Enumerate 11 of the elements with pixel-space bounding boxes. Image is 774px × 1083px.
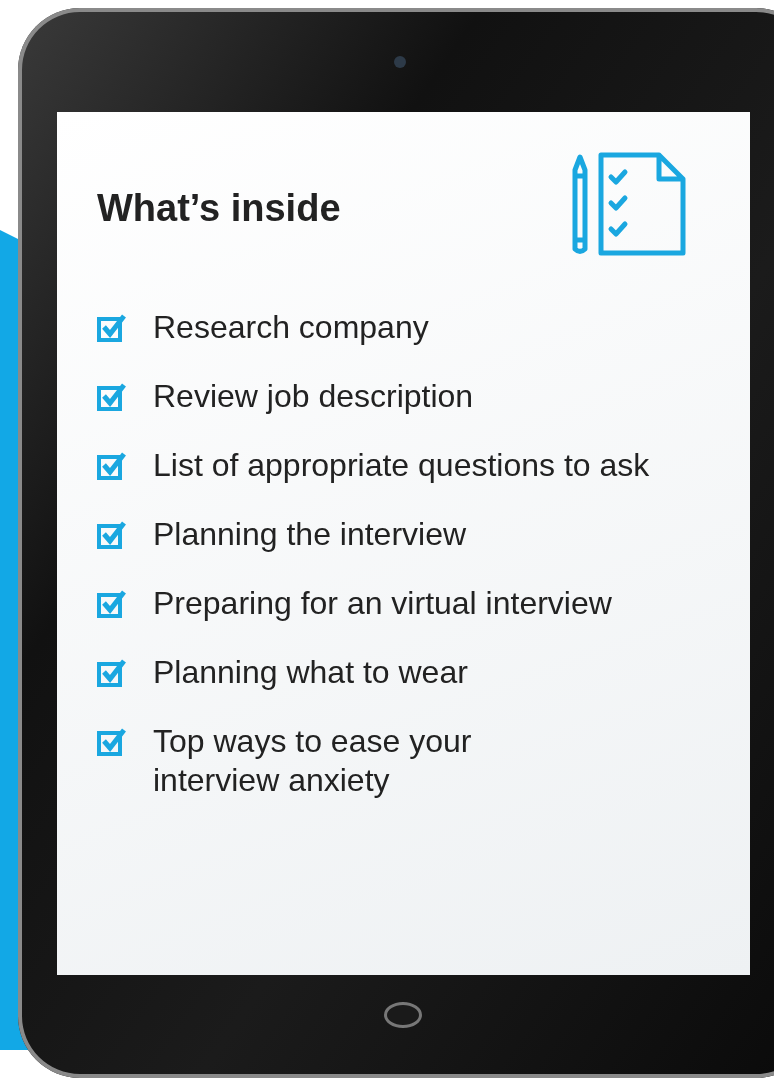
list-item-text: Planning the interview bbox=[153, 515, 467, 554]
list-item-text: Review job description bbox=[153, 377, 474, 416]
pencil-and-checklist-icon bbox=[571, 152, 687, 256]
home-button[interactable] bbox=[384, 1002, 422, 1028]
list-item-text: Research company bbox=[153, 308, 429, 347]
list-item-text: Top ways to ease your interview anxiety bbox=[153, 722, 472, 800]
heading: What’s inside bbox=[97, 186, 341, 230]
list-item-text: Planning what to wear bbox=[153, 653, 468, 692]
camera-dot bbox=[394, 56, 406, 68]
list-item-text: Preparing for an virtual interview bbox=[153, 584, 612, 623]
list-item-text: List of appropriate questions to ask bbox=[153, 446, 650, 485]
